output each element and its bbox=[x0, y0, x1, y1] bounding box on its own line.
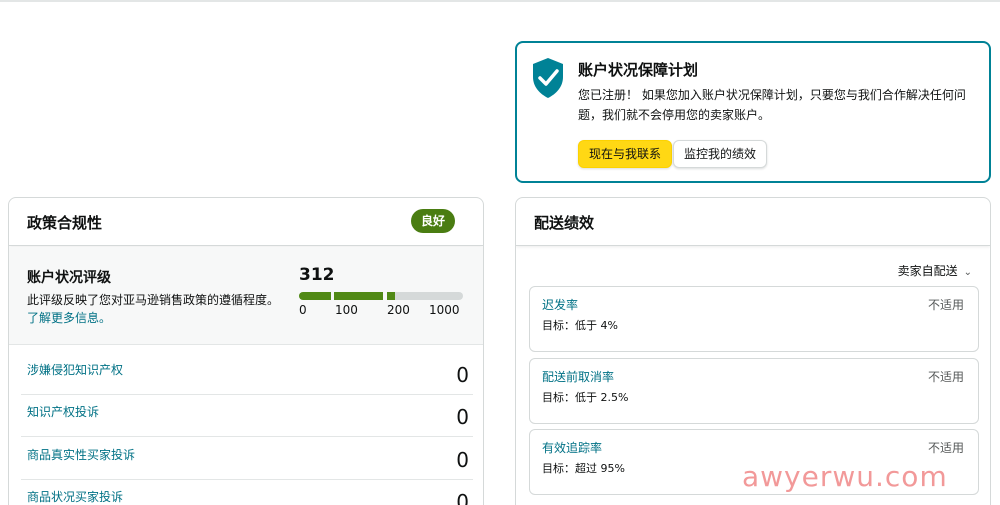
policy-row-label[interactable]: 知识产权投诉 bbox=[27, 403, 99, 420]
shipping-row-label[interactable]: 配送前取消率 bbox=[542, 368, 614, 385]
policy-row-suspected-ip[interactable]: 涉嫌侵犯知识产权 0 bbox=[21, 353, 473, 395]
shipping-row-status: 不适用 bbox=[927, 298, 964, 312]
policy-row-label[interactable]: 商品状况买家投诉 bbox=[27, 488, 123, 505]
chevron-down-icon: ⌄ bbox=[963, 267, 972, 278]
shipping-row-status: 不适用 bbox=[927, 370, 964, 384]
scale-segment-high bbox=[387, 292, 463, 300]
shipping-title: 配送绩效 bbox=[534, 214, 595, 232]
protection-description: 您已注册！ 如果您加入账户状况保障计划，只要您与我们合作解决任何问题，我们就不会… bbox=[578, 88, 966, 122]
scale-marker bbox=[387, 292, 395, 300]
policy-row-label[interactable]: 商品真实性买家投诉 bbox=[27, 446, 135, 463]
policy-row-value: 0 bbox=[456, 363, 469, 387]
shield-check-icon bbox=[533, 58, 563, 98]
scale-tick-200: 200 bbox=[387, 303, 410, 317]
policy-row-ip-complaints[interactable]: 知识产权投诉 0 bbox=[21, 395, 473, 437]
ahr-description-text: 此评级反映了您对亚马逊销售政策的遵循程度。 bbox=[27, 293, 280, 307]
scale-tick-100: 100 bbox=[335, 303, 358, 317]
shipping-row-label[interactable]: 迟发率 bbox=[542, 296, 578, 313]
policy-row-value: 0 bbox=[456, 448, 469, 472]
shipping-row-target: 目标：低于 4% bbox=[542, 319, 618, 332]
scale-tick-0: 0 bbox=[299, 303, 307, 317]
monitor-performance-button[interactable]: 监控我的绩效 bbox=[673, 140, 768, 168]
policy-row-value: 0 bbox=[456, 490, 469, 505]
contact-me-button[interactable]: 现在与我联系 bbox=[578, 140, 673, 168]
shipping-row-late-dispatch: 迟发率 目标：低于 4% 不适用 bbox=[529, 286, 979, 352]
scale-segment-low bbox=[299, 292, 331, 300]
shipping-card-header: 配送绩效 bbox=[516, 198, 990, 246]
ahr-score: 312 bbox=[299, 265, 335, 285]
policy-row-value: 0 bbox=[456, 405, 469, 429]
status-badge: 良好 bbox=[410, 209, 455, 233]
shipping-row-target: 目标：低于 2.5% bbox=[542, 391, 629, 404]
top-divider bbox=[0, 0, 1000, 2]
fulfillment-filter-dropdown[interactable]: 卖家自配送 ⌄ bbox=[898, 262, 972, 279]
policy-row-condition[interactable]: 商品状况买家投诉 0 bbox=[21, 480, 473, 505]
ahr-description: 此评级反映了您对亚马逊销售政策的遵循程度。了解更多信息。 bbox=[27, 291, 282, 327]
policy-card-header: 政策合规性 良好 bbox=[9, 198, 483, 246]
shipping-row-target: 目标：超过 95% bbox=[542, 462, 625, 475]
fulfillment-filter-label: 卖家自配送 bbox=[897, 264, 958, 278]
protection-title: 账户状况保障计划 bbox=[578, 61, 699, 79]
policy-row-label[interactable]: 涉嫌侵犯知识产权 bbox=[27, 361, 123, 378]
shipping-row-status: 不适用 bbox=[927, 441, 964, 455]
policy-compliance-card: 政策合规性 良好 账户状况评级 此评级反映了您对亚马逊销售政策的遵循程度。了解更… bbox=[8, 197, 484, 505]
shipping-row-cancellation: 配送前取消率 目标：低于 2.5% 不适用 bbox=[529, 358, 979, 424]
scale-segment-mid bbox=[334, 292, 383, 300]
account-health-rating: 账户状况评级 此评级反映了您对亚马逊销售政策的遵循程度。了解更多信息。 312 … bbox=[9, 247, 483, 345]
ahr-scale-bar: 0 100 200 1000 bbox=[299, 292, 463, 332]
shipping-row-label[interactable]: 有效追踪率 bbox=[542, 439, 602, 456]
scale-tick-1000: 1000 bbox=[429, 303, 460, 317]
policy-row-authenticity[interactable]: 商品真实性买家投诉 0 bbox=[21, 438, 473, 480]
learn-more-link[interactable]: 了解更多信息。 bbox=[27, 311, 111, 325]
watermark: awyerwu.com bbox=[742, 460, 948, 493]
ahr-title: 账户状况评级 bbox=[27, 270, 111, 286]
policy-title: 政策合规性 bbox=[27, 214, 103, 232]
shipping-performance-card: 配送绩效 卖家自配送 ⌄ 迟发率 目标：低于 4% 不适用 配送前取消率 目标：低… bbox=[515, 197, 991, 505]
account-protection-card: 账户状况保障计划 您已注册！ 如果您加入账户状况保障计划，只要您与我们合作解决任… bbox=[515, 41, 991, 183]
